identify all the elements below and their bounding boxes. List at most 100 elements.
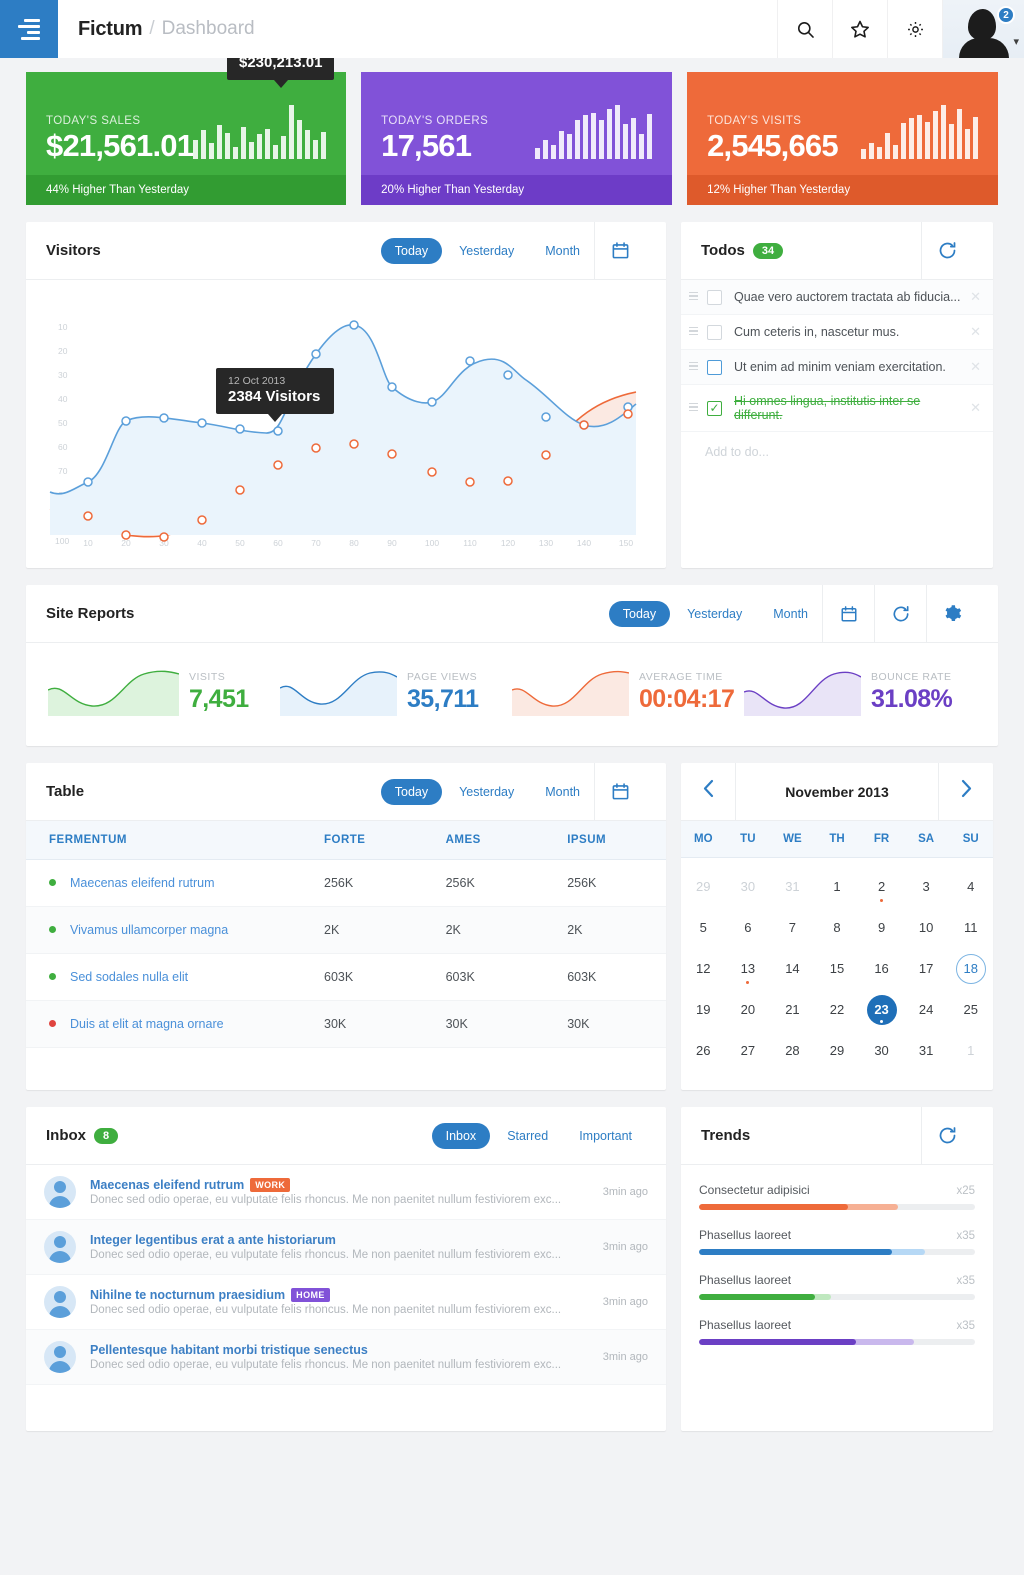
- stat-card-orders[interactable]: TODAY'S ORDERS 17,561 20% Higher Than Ye…: [361, 72, 673, 205]
- calendar-day-25[interactable]: 25: [948, 989, 993, 1030]
- calendar-day-8[interactable]: 8: [815, 907, 860, 948]
- drag-handle-icon[interactable]: [689, 361, 703, 373]
- search-button[interactable]: [777, 0, 832, 58]
- col-ipsum[interactable]: IPSUM: [557, 821, 666, 860]
- user-avatar-menu[interactable]: 2 ▾: [942, 0, 1024, 58]
- calendar-day-9[interactable]: 9: [859, 907, 904, 948]
- calendar-next-button[interactable]: [938, 763, 993, 820]
- reports-filter-yesterday[interactable]: Yesterday: [673, 601, 756, 627]
- calendar-day-14[interactable]: 14: [770, 948, 815, 989]
- reports-calendar-button[interactable]: [822, 585, 874, 642]
- row-name-link[interactable]: Vivamus ullamcorper magna: [70, 923, 228, 937]
- table-row[interactable]: Sed sodales nulla elit 603K 603K 603K: [26, 953, 666, 1001]
- trends-refresh-button[interactable]: [921, 1107, 973, 1164]
- calendar-day-1[interactable]: 1: [948, 1030, 993, 1071]
- todo-delete-icon[interactable]: ✕: [962, 359, 981, 375]
- visitors-chart[interactable]: 1020 3040 5060 7080 90100 1020 3040 5060…: [26, 280, 666, 568]
- row-name-link[interactable]: Maecenas eleifend rutrum: [70, 876, 215, 890]
- todo-item[interactable]: Quae vero auctorem tractata ab fiducia..…: [681, 280, 993, 315]
- calendar-day-15[interactable]: 15: [815, 948, 860, 989]
- table-row[interactable]: Vivamus ullamcorper magna 2K 2K 2K: [26, 906, 666, 954]
- favorites-button[interactable]: [832, 0, 887, 58]
- col-ames[interactable]: AMES: [435, 821, 558, 860]
- brand-name[interactable]: Fictum: [78, 18, 143, 41]
- list-item[interactable]: Nihilne te nocturnum praesidium HOME Done…: [26, 1275, 666, 1330]
- calendar-day-1[interactable]: 1: [815, 866, 860, 907]
- todo-item-done[interactable]: ✓ Hi omnes lingua, institutis inter se d…: [681, 385, 993, 432]
- list-item[interactable]: Pellentesque habitant morbi tristique se…: [26, 1330, 666, 1385]
- calendar-day-24[interactable]: 24: [904, 989, 949, 1030]
- table-row[interactable]: Duis at elit at magna ornare 30K 30K 30K: [26, 1000, 666, 1048]
- reports-filter-today[interactable]: Today: [608, 600, 671, 627]
- todo-checkbox-checked[interactable]: ✓: [707, 400, 722, 416]
- todo-delete-icon[interactable]: ✕: [962, 289, 981, 305]
- calendar-day-29[interactable]: 29: [681, 866, 726, 907]
- table-filter-yesterday[interactable]: Yesterday: [445, 779, 528, 805]
- inbox-filter-starred[interactable]: Starred: [493, 1123, 562, 1149]
- reports-settings-button[interactable]: [926, 585, 978, 642]
- calendar-day-23[interactable]: 23: [859, 989, 904, 1030]
- calendar-day-31[interactable]: 31: [770, 866, 815, 907]
- table-filter-today[interactable]: Today: [380, 778, 443, 805]
- calendar-day-29[interactable]: 29: [815, 1030, 860, 1071]
- visitors-filter-today[interactable]: Today: [380, 237, 443, 264]
- col-fermentum[interactable]: FERMENTUM: [26, 821, 314, 860]
- calendar-day-6[interactable]: 6: [726, 907, 771, 948]
- calendar-day-28[interactable]: 28: [770, 1030, 815, 1071]
- calendar-day-7[interactable]: 7: [770, 907, 815, 948]
- calendar-day-21[interactable]: 21: [770, 989, 815, 1030]
- calendar-day-22[interactable]: 22: [815, 989, 860, 1030]
- calendar-day-27[interactable]: 27: [726, 1030, 771, 1071]
- stat-card-sales[interactable]: 22 Feb 2013 $230,213.01 TODAY'S SALES $2…: [26, 34, 347, 205]
- calendar-day-19[interactable]: 19: [681, 989, 726, 1030]
- table-calendar-button[interactable]: [594, 763, 646, 820]
- calendar-day-31[interactable]: 31: [904, 1030, 949, 1071]
- calendar-day-18[interactable]: 18: [948, 948, 993, 989]
- calendar-day-30[interactable]: 30: [726, 866, 771, 907]
- col-forte[interactable]: FORTE: [314, 821, 436, 860]
- todos-refresh-button[interactable]: [921, 222, 973, 279]
- visitors-calendar-button[interactable]: [594, 222, 646, 279]
- list-item[interactable]: Maecenas eleifend rutrum WORK Donec sed o…: [26, 1165, 666, 1220]
- calendar-day-13[interactable]: 13: [726, 948, 771, 989]
- row-name-link[interactable]: Sed sodales nulla elit: [70, 970, 188, 984]
- todo-checkbox[interactable]: [707, 289, 722, 305]
- calendar-day-2[interactable]: 2: [859, 866, 904, 907]
- list-item[interactable]: Integer legentibus erat a ante historiar…: [26, 1220, 666, 1275]
- calendar-day-5[interactable]: 5: [681, 907, 726, 948]
- calendar-day-3[interactable]: 3: [904, 866, 949, 907]
- inbox-filter-important[interactable]: Important: [565, 1123, 646, 1149]
- calendar-day-26[interactable]: 26: [681, 1030, 726, 1071]
- row-name-link[interactable]: Duis at elit at magna ornare: [70, 1017, 224, 1031]
- drag-handle-icon[interactable]: [689, 326, 703, 338]
- reports-refresh-button[interactable]: [874, 585, 926, 642]
- calendar-day-12[interactable]: 12: [681, 948, 726, 989]
- breadcrumb-section[interactable]: Dashboard: [162, 18, 255, 40]
- inbox-filter-inbox[interactable]: Inbox: [431, 1122, 491, 1149]
- stat-card-visits[interactable]: TODAY'S VISITS 2,545,665 12% Higher Than…: [687, 72, 998, 205]
- todo-item[interactable]: Cum ceteris in, nascetur mus. ✕: [681, 315, 993, 350]
- drag-handle-icon[interactable]: [689, 291, 703, 303]
- todo-item[interactable]: Ut enim ad minim veniam exercitation. ✕: [681, 350, 993, 385]
- todo-delete-icon[interactable]: ✕: [962, 400, 981, 416]
- table-row[interactable]: Maecenas eleifend rutrum 256K 256K 256K: [26, 859, 666, 907]
- calendar-prev-button[interactable]: [681, 763, 736, 820]
- todo-checkbox[interactable]: [707, 359, 722, 375]
- calendar-day-4[interactable]: 4: [948, 866, 993, 907]
- add-todo-input[interactable]: Add to do...: [681, 432, 993, 472]
- calendar-day-30[interactable]: 30: [859, 1030, 904, 1071]
- table-filter-month[interactable]: Month: [531, 779, 594, 805]
- calendar-day-11[interactable]: 11: [948, 907, 993, 948]
- todo-delete-icon[interactable]: ✕: [962, 324, 981, 340]
- calendar-day-10[interactable]: 10: [904, 907, 949, 948]
- todo-checkbox[interactable]: [707, 324, 722, 340]
- visitors-filter-yesterday[interactable]: Yesterday: [445, 238, 528, 264]
- calendar-day-17[interactable]: 17: [904, 948, 949, 989]
- drag-handle-icon[interactable]: [689, 402, 703, 414]
- calendar-day-16[interactable]: 16: [859, 948, 904, 989]
- reports-filter-month[interactable]: Month: [759, 601, 822, 627]
- hamburger-menu-button[interactable]: [0, 0, 58, 58]
- calendar-day-20[interactable]: 20: [726, 989, 771, 1030]
- settings-button[interactable]: [887, 0, 942, 58]
- visitors-filter-month[interactable]: Month: [531, 238, 594, 264]
